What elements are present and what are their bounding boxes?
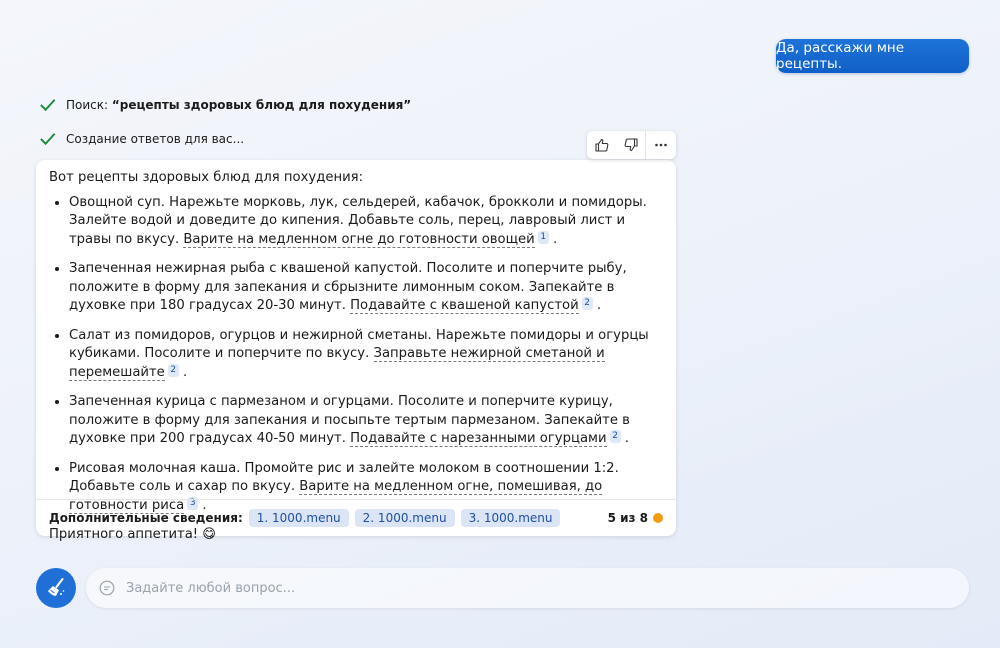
response-counter: 5 из 8 [608, 511, 663, 525]
answer-link[interactable]: Подавайте с квашеной капустой [350, 298, 579, 314]
learn-more-label: Дополнительные сведения: [49, 511, 243, 525]
feedback-toolbar [587, 131, 676, 159]
checkmark-icon [40, 133, 56, 146]
thumbs-up-button[interactable] [587, 131, 616, 159]
thumbs-down-icon [624, 138, 638, 152]
citation-badge[interactable]: 2 [609, 430, 621, 443]
recipe-list: Овощной суп. Нарежьте морковь, лук, сель… [49, 194, 662, 516]
list-item: Запеченная нежирная рыба с квашеной капу… [69, 260, 662, 316]
thumbs-up-icon [594, 138, 608, 152]
citation-badge[interactable]: 1 [537, 230, 549, 244]
search-query: “рецепты здоровых блюд для похудения” [111, 97, 412, 112]
list-item: Овощной суп. Нарежьте морковь, лук, сель… [69, 194, 662, 250]
chat-input[interactable] [124, 579, 969, 597]
citation-badge[interactable]: 2 [581, 297, 593, 310]
learn-more-bar: Дополнительные сведения: 1. 1000.menu 2.… [36, 499, 676, 536]
chat-input-box[interactable] [86, 568, 969, 608]
user-message-bubble: Да, расскажи мне рецепты. [776, 39, 969, 73]
more-options-button[interactable] [646, 131, 675, 159]
source-chip[interactable]: 1. 1000.menu [248, 509, 349, 527]
answer-card: Вот рецепты здоровых блюд для похудения:… [36, 160, 676, 542]
answer-link[interactable]: Варите на медленном огне до готовности о… [183, 231, 535, 248]
more-dots-icon [654, 143, 667, 147]
broom-icon [48, 578, 65, 596]
new-topic-button[interactable] [36, 568, 76, 608]
chat-bubble-icon [99, 580, 115, 596]
answer-link[interactable]: Подавайте с нарезанными огурцами [350, 431, 607, 447]
list-item: Запеченная курица с пармезаном и огурцам… [69, 393, 662, 449]
checkmark-icon [40, 99, 56, 112]
search-status-prefix: Поиск: [66, 97, 112, 112]
answer-intro: Вот рецепты здоровых блюд для похудения: [49, 170, 364, 185]
source-chip[interactable]: 3. 1000.menu [460, 509, 561, 527]
generating-status-text: Создание ответов для вас... [66, 131, 245, 146]
search-status: Поиск: “рецепты здоровых блюд для похуде… [38, 95, 411, 114]
generating-status: Создание ответов для вас... [38, 129, 244, 148]
source-chip[interactable]: 2. 1000.menu [354, 509, 455, 527]
counter-dot-icon [653, 513, 663, 523]
thumbs-down-button[interactable] [616, 131, 645, 159]
citation-badge[interactable]: 2 [167, 363, 179, 377]
list-item: Салат из помидоров, огурцов и нежирной с… [69, 327, 662, 383]
